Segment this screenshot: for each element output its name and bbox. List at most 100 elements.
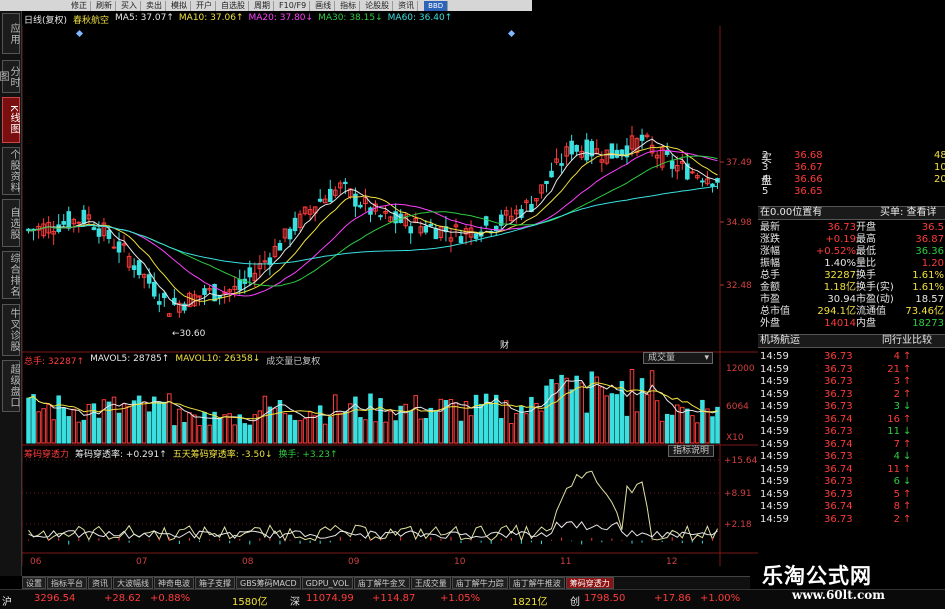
volume-bar	[629, 368, 635, 444]
indicator-tab-6[interactable]: GBS筹码MACD	[236, 577, 301, 589]
indicator-tab-10[interactable]: 庙丁解牛力踪	[451, 577, 508, 589]
volume-bar	[504, 400, 509, 444]
toolbar-button-7[interactable]: 周期	[251, 0, 274, 11]
candle-body	[136, 260, 142, 276]
info-marker-icon[interactable]	[75, 29, 84, 38]
volume-bar	[669, 414, 675, 444]
volume-bar	[247, 424, 253, 444]
candle-body	[343, 181, 348, 185]
candle-body	[157, 301, 162, 305]
volume-bar	[509, 423, 514, 444]
indicator-tab-12[interactable]: 筹码穿透力	[565, 577, 614, 589]
left-tab-4[interactable]: 自选股	[2, 199, 20, 247]
toolbar-button-3[interactable]: 卖出	[143, 0, 166, 11]
quote-label: 内盘	[856, 318, 876, 329]
quote-row: 总市值 294.1亿 流通值 73.46亿	[758, 306, 945, 318]
left-tab-6[interactable]: 牛叉诊股	[2, 304, 20, 356]
stock-chart[interactable]: 37.49 34.98 32.48 12000 6064 X10 +15.64 +8.91 +2…	[22, 26, 758, 576]
toolbar-button-2[interactable]: 买入	[118, 0, 141, 11]
trade-row: 14:59 36.74 8 ↑	[758, 501, 945, 513]
toolbar-button-6[interactable]: 自选股	[218, 0, 249, 11]
volume-bar	[584, 412, 589, 444]
position-bar[interactable]: 在0.00位置有 买单: 查看详	[758, 206, 945, 220]
trade-volume: 2	[893, 388, 900, 400]
trade-row: 14:59 36.74 11 ↑	[758, 464, 945, 476]
volume-bar	[514, 413, 519, 444]
volume-bar	[292, 419, 298, 444]
indicator-tab-4[interactable]: 神奇电波	[154, 577, 194, 589]
candle-body	[378, 215, 383, 218]
status-item-10: 创	[570, 597, 580, 608]
info-marker-icon[interactable]	[507, 29, 516, 38]
volume-indicator-button[interactable]: 成交量 ▾	[643, 352, 713, 364]
buy-order-link[interactable]: 买单: 查看详	[880, 207, 937, 219]
peer-compare-link[interactable]: 同行业比较	[882, 335, 932, 347]
toolbar-button-4[interactable]: 模拟	[168, 0, 191, 11]
indicator-tab-11[interactable]: 庙丁解牛推波	[508, 577, 565, 589]
status-item-5: 深	[290, 597, 300, 608]
arrow-down-icon: ↓	[903, 476, 912, 487]
volume-bar	[599, 386, 605, 444]
left-tab-3[interactable]: 个股资料	[2, 147, 20, 195]
indicator-tick-0: +15.64	[724, 456, 758, 466]
indicator-tick-2: +2.18	[724, 520, 752, 530]
orderbook-level: 3	[762, 162, 769, 173]
volume-bar	[287, 414, 293, 444]
trade-time: 14:59	[760, 451, 789, 462]
quote-row: 振幅 1.40% 量比 1.20	[758, 258, 945, 270]
quote-label: 振幅	[760, 258, 780, 269]
volume-bar	[36, 411, 41, 444]
toolbar-button-8[interactable]: F10/F9	[276, 0, 311, 11]
trade-row: 14:59 36.73 2 ↑	[758, 514, 945, 526]
ma-line-20	[28, 149, 718, 297]
orderbook-row[interactable]: 4 36.66 20	[758, 174, 945, 186]
ma-line-5	[28, 138, 718, 307]
orderbook-row[interactable]: 2 36.68 48	[758, 150, 945, 162]
candle-body	[423, 225, 429, 233]
volume-bar	[685, 408, 690, 444]
indicator-tab-1[interactable]: 指标平台	[47, 577, 87, 589]
volume-bar	[534, 403, 539, 444]
indicator-tab-3[interactable]: 大波幅线	[113, 577, 153, 589]
indicator-tab-8[interactable]: 庙丁解牛金叉	[353, 577, 410, 589]
quote-value: +0.52%	[815, 246, 856, 257]
trade-row: 14:59 36.74 7 ↑	[758, 439, 945, 451]
left-tab-1[interactable]: 分时图	[0, 60, 20, 93]
indicator-tab-7[interactable]: GDPU_VOL	[301, 577, 353, 589]
toolbar-button-5[interactable]: 开户	[193, 0, 216, 11]
volume-bar	[639, 378, 645, 444]
volume-bar	[232, 424, 237, 444]
toolbar-button-12[interactable]: 资讯	[395, 0, 419, 11]
volume-bar	[705, 408, 710, 444]
left-tab-7[interactable]: 超级盘口	[2, 360, 20, 412]
left-tab-0[interactable]: 应用	[2, 13, 20, 54]
toolbar-button-1[interactable]: 刷新	[93, 0, 116, 11]
orderbook-row[interactable]: 3 36.67 10	[758, 162, 945, 174]
toolbar-button-11[interactable]: 论股股	[362, 0, 394, 11]
volume-header-item-1: MAVOL5: 28785↑	[90, 354, 170, 364]
candle-body	[690, 171, 695, 174]
orderbook-level: 2	[762, 150, 769, 161]
indicator-tab-9[interactable]: 王成交量	[410, 577, 451, 589]
toolbar-button-0[interactable]: 修正	[68, 0, 91, 11]
left-tab-5[interactable]: 综合排名	[2, 251, 20, 299]
indicator-help-button[interactable]: 指标说明	[668, 445, 714, 457]
volume-bar	[393, 420, 398, 444]
indicator-tab-0[interactable]: 设置	[22, 577, 46, 589]
indicator-tab-5[interactable]: 箱子支撑	[195, 577, 235, 589]
quote-label: 最低	[856, 246, 876, 257]
orderbook-volume: 10	[934, 162, 945, 173]
quote-row: 市盈 30.94 市盈(动) 18.57	[758, 294, 945, 306]
toolbar-button-10[interactable]: 指标	[337, 0, 361, 11]
left-tab-2[interactable]: K线图	[2, 97, 20, 143]
candle-body	[358, 204, 363, 208]
indicator-tab-2[interactable]: 资讯	[88, 577, 112, 589]
orderbook-row[interactable]: 5 36.65	[758, 186, 945, 198]
period-label[interactable]: 日线(复权)	[24, 13, 67, 27]
quote-value: 36.73	[827, 222, 856, 233]
volume-bar	[81, 419, 87, 444]
industry-label[interactable]: 机场航运	[760, 335, 800, 347]
toolbar-button-9[interactable]: 画线	[312, 0, 336, 11]
arrow-up-icon: ↑	[903, 501, 912, 512]
candle-body	[146, 274, 152, 284]
